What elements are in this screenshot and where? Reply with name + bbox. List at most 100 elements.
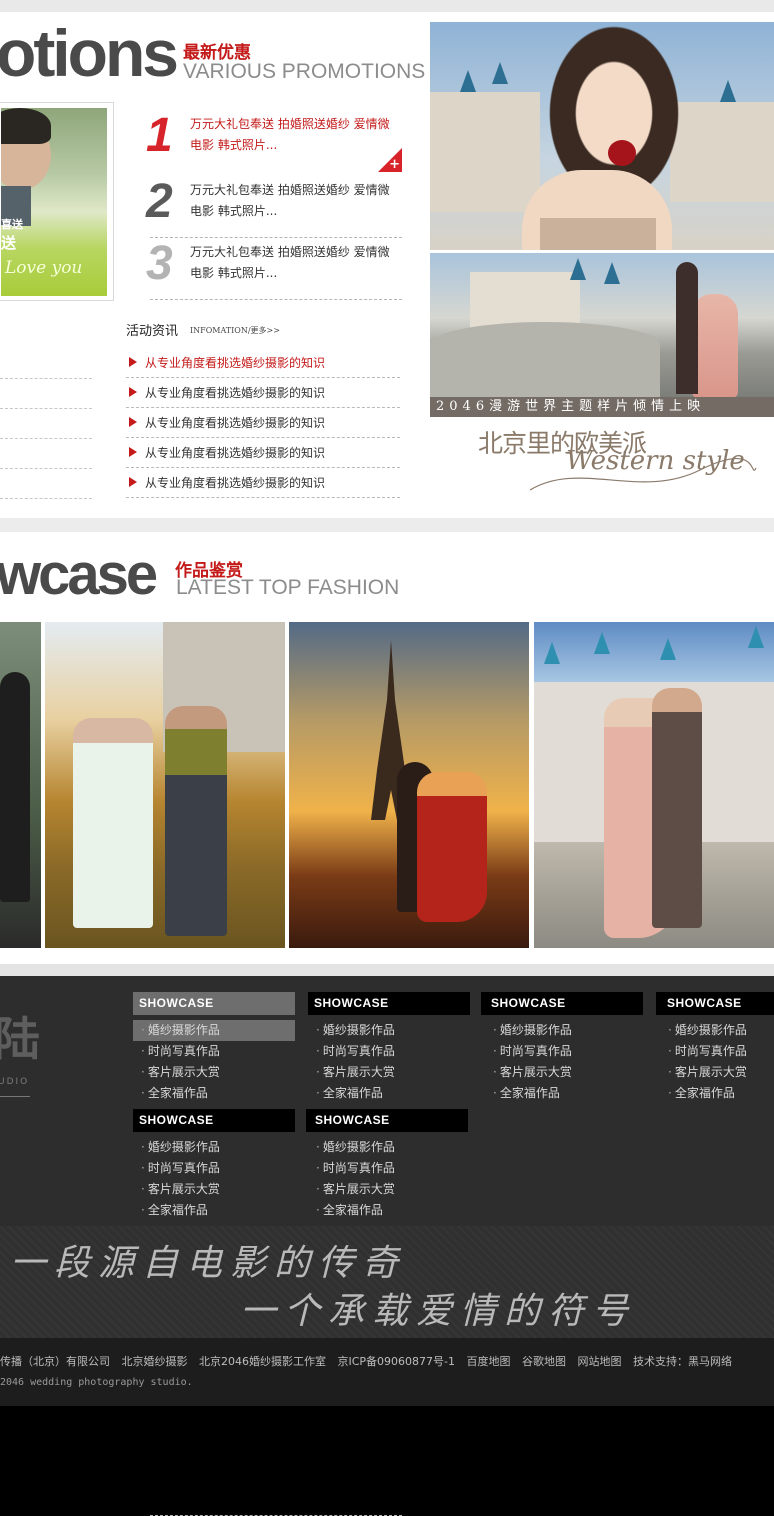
copyright-company: 传播（北京）有限公司 [0, 1355, 110, 1368]
rank-number: 3 [146, 237, 173, 290]
rank-text[interactable]: 万元大礼包奉送 拍婚照送婚纱 爱情微电影 韩式照片... [190, 114, 395, 156]
footer-logo[interactable]: 陆 [0, 1003, 40, 1069]
promo-rank-2[interactable]: 2 万元大礼包奉送 拍婚照送婚纱 爱情微电影 韩式照片... [146, 176, 402, 238]
icp-number[interactable]: 京ICP备09060877号-1 [338, 1355, 456, 1368]
footer-column-heading[interactable]: SHOWCASE [308, 992, 470, 1015]
footer-column: SHOWCASE · 婚纱摄影作品 · 时尚写真作品 · 客片展示大赏 · 全家福作品 [306, 1109, 468, 1221]
gallery-image-2[interactable] [289, 622, 529, 948]
footer-column: SHOWCASE · 婚纱摄影作品 · 时尚写真作品 · 客片展示大赏 · 全家福作品 [308, 992, 470, 1104]
news-item[interactable]: 从专业角度看挑选婚纱摄影的知识 [126, 348, 400, 378]
news-item-text[interactable]: 从专业角度看挑选婚纱摄影的知识 [145, 414, 325, 431]
news-list: 从专业角度看挑选婚纱摄影的知识 从专业角度看挑选婚纱摄影的知识 从专业角度看挑选… [126, 348, 400, 498]
slogan-line-1: 一段源自电影的传奇 [10, 1243, 407, 1284]
footer-link[interactable]: 北京婚纱摄影 [122, 1355, 188, 1368]
footer-link[interactable]: · 婚纱摄影作品 [308, 1020, 470, 1041]
slogan-line-2: 一个承载爱情的符号 [240, 1291, 637, 1332]
footer-column-heading[interactable]: SHOWCASE [481, 992, 643, 1015]
footer-column-heading[interactable]: SHOWCASE [133, 1109, 295, 1132]
copyright-line-2: 2046 wedding photography studio. [0, 1377, 193, 1388]
footer-link[interactable]: · 客片展示大赏 [306, 1179, 468, 1200]
feature-banner-image[interactable]: 2046漫游世界主题样片倾情上映 [430, 22, 774, 417]
footer-link[interactable]: · 时尚写真作品 [308, 1041, 470, 1062]
news-item-text[interactable]: 从专业角度看挑选婚纱摄影的知识 [145, 474, 325, 491]
divider [0, 1096, 30, 1097]
baidu-map-link[interactable]: 百度地图 [467, 1355, 511, 1368]
footer-link[interactable]: · 全家福作品 [656, 1083, 774, 1104]
rose-icon [608, 140, 636, 166]
footer-link[interactable]: · 时尚写真作品 [133, 1158, 295, 1179]
news-item-text[interactable]: 从专业角度看挑选婚纱摄影的知识 [145, 354, 325, 371]
left-photo-text: 喜送 [1, 218, 23, 231]
footer-column-heading[interactable]: SHOWCASE [306, 1109, 468, 1132]
footer-link[interactable]: · 全家福作品 [306, 1200, 468, 1221]
bullet-triangle-icon [129, 357, 137, 367]
promotions-subtitle: VARIOUS PROMOTIONS [183, 60, 426, 83]
footer-link[interactable]: · 全家福作品 [481, 1083, 643, 1104]
plus-icon[interactable]: + [389, 158, 400, 172]
promo-rank-1[interactable]: 1 万元大礼包奉送 拍婚照送婚纱 爱情微电影 韩式照片... + [146, 110, 402, 172]
rank-text[interactable]: 万元大礼包奉送 拍婚照送婚纱 爱情微电影 韩式照片... [190, 242, 395, 284]
footer-link[interactable]: · 时尚写真作品 [481, 1041, 643, 1062]
footer-link[interactable]: · 时尚写真作品 [133, 1041, 295, 1062]
promotions-big-title: otions [0, 16, 179, 90]
footer-link[interactable]: · 婚纱摄影作品 [133, 1020, 295, 1041]
footer-link[interactable]: · 客片展示大赏 [133, 1062, 295, 1083]
footer-link[interactable]: · 时尚写真作品 [656, 1041, 774, 1062]
footer-link[interactable]: · 客片展示大赏 [308, 1062, 470, 1083]
google-map-link[interactable]: 谷歌地图 [522, 1355, 566, 1368]
footer-link[interactable]: · 客片展示大赏 [133, 1179, 295, 1200]
bullet-triangle-icon [129, 477, 137, 487]
copyright-band [0, 1338, 774, 1406]
footer-link[interactable]: · 客片展示大赏 [481, 1062, 643, 1083]
footer-link[interactable]: 北京2046婚纱摄影工作室 [199, 1355, 326, 1368]
feature-script: Western style [566, 446, 745, 476]
footer-column: SHOWCASE · 婚纱摄影作品 · 时尚写真作品 · 客片展示大赏 · 全家福作品 [481, 992, 643, 1104]
footer-link[interactable]: · 婚纱摄影作品 [133, 1137, 295, 1158]
rank-text[interactable]: 万元大礼包奉送 拍婚照送婚纱 爱情微电影 韩式照片... [190, 180, 395, 222]
footer-link[interactable]: · 婚纱摄影作品 [656, 1020, 774, 1041]
copyright-links: 传播（北京）有限公司 北京婚纱摄影 北京2046婚纱摄影工作室 京ICP备090… [0, 1353, 740, 1369]
footer-link[interactable]: · 全家福作品 [308, 1083, 470, 1104]
divider [0, 378, 92, 379]
promo-left-photo[interactable]: 喜送 送 Love you [0, 102, 114, 301]
footer-link[interactable]: · 时尚写真作品 [306, 1158, 468, 1179]
divider [0, 408, 92, 409]
footer-link[interactable]: · 婚纱摄影作品 [481, 1020, 643, 1041]
rank-number: 2 [146, 175, 173, 228]
divider [0, 438, 92, 439]
gallery-image-0[interactable] [0, 622, 41, 948]
footer-column-heading[interactable]: SHOWCASE [133, 992, 295, 1015]
news-more-link[interactable]: INFOMATION/更多>> [190, 325, 280, 336]
section-separator [0, 964, 774, 976]
sitemap-link[interactable]: 网站地图 [578, 1355, 622, 1368]
news-item-text[interactable]: 从专业角度看挑选婚纱摄影的知识 [145, 444, 325, 461]
rank-divider [150, 299, 402, 300]
footer-column-heading[interactable]: SHOWCASE [656, 992, 774, 1015]
footer-link[interactable]: · 全家福作品 [133, 1200, 295, 1221]
tech-support-link[interactable]: 技术支持：黑马网络 [633, 1355, 732, 1368]
gallery-image-3[interactable] [534, 622, 774, 948]
footer-column: SHOWCASE · 婚纱摄影作品 · 时尚写真作品 · 客片展示大赏 · 全家福作品 [133, 992, 295, 1104]
news-heading: 活动资讯 [126, 324, 179, 339]
footer-link[interactable]: · 客片展示大赏 [656, 1062, 774, 1083]
showcase-big-title: wcase [0, 542, 158, 607]
news-item[interactable]: 从专业角度看挑选婚纱摄影的知识 [126, 378, 400, 408]
footer-logo-en: UDIO [0, 1077, 30, 1087]
showcase-subtitle: LATEST TOP FASHION [176, 576, 400, 599]
bullet-triangle-icon [129, 417, 137, 427]
footer-link[interactable]: · 婚纱摄影作品 [306, 1137, 468, 1158]
divider [0, 468, 92, 469]
bullet-triangle-icon [129, 387, 137, 397]
footer-link[interactable]: · 全家福作品 [133, 1083, 295, 1104]
news-item[interactable]: 从专业角度看挑选婚纱摄影的知识 [126, 438, 400, 468]
bullet-triangle-icon [129, 447, 137, 457]
news-item[interactable]: 从专业角度看挑选婚纱摄影的知识 [126, 468, 400, 498]
news-item-text[interactable]: 从专业角度看挑选婚纱摄影的知识 [145, 384, 325, 401]
gallery-image-1[interactable] [45, 622, 285, 948]
top-strip [0, 0, 774, 12]
news-item[interactable]: 从专业角度看挑选婚纱摄影的知识 [126, 408, 400, 438]
feature-caption: 2046漫游世界主题样片倾情上映 [430, 397, 774, 417]
left-photo-text-2: 送 [1, 234, 17, 252]
promo-rank-3[interactable]: 3 万元大礼包奉送 拍婚照送婚纱 爱情微电影 韩式照片... [146, 238, 402, 300]
divider [0, 498, 92, 499]
